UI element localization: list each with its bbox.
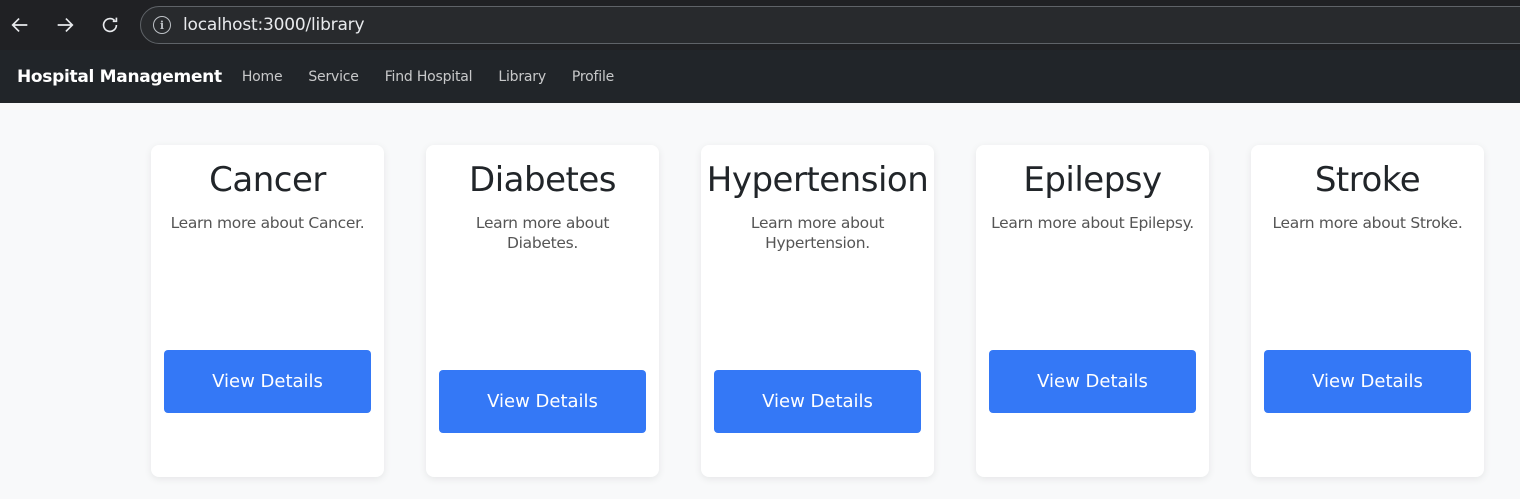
browser-toolbar: i localhost:3000/library xyxy=(0,0,1520,50)
view-details-button[interactable]: View Details xyxy=(164,350,371,413)
nav-link-service[interactable]: Service xyxy=(308,69,359,85)
card-title: Cancer xyxy=(209,160,326,200)
view-details-button[interactable]: View Details xyxy=(989,350,1196,413)
card-epilepsy: Epilepsy Learn more about Epilepsy. View… xyxy=(976,145,1209,477)
reload-icon[interactable] xyxy=(96,11,124,39)
card-description: Learn more about Epilepsy. xyxy=(991,214,1194,232)
card-description: Learn more about Hypertension. xyxy=(750,214,885,252)
nav-link-find-hospital[interactable]: Find Hospital xyxy=(385,69,473,85)
nav-link-library[interactable]: Library xyxy=(498,69,546,85)
card-cancer: Cancer Learn more about Cancer. View Det… xyxy=(151,145,384,477)
view-details-button[interactable]: View Details xyxy=(714,370,921,433)
view-details-button[interactable]: View Details xyxy=(439,370,646,433)
card-description: Learn more about Stroke. xyxy=(1272,214,1463,232)
nav-link-profile[interactable]: Profile xyxy=(572,69,614,85)
back-arrow-icon[interactable] xyxy=(6,11,34,39)
card-title: Stroke xyxy=(1314,160,1421,200)
card-hypertension: Hypertension Learn more about Hypertensi… xyxy=(701,145,934,477)
card-description: Learn more about Diabetes. xyxy=(475,214,610,252)
app-navbar: Hospital Management Home Service Find Ho… xyxy=(0,50,1520,103)
forward-arrow-icon[interactable] xyxy=(51,11,79,39)
card-stroke: Stroke Learn more about Stroke. View Det… xyxy=(1251,145,1484,477)
nav-link-home[interactable]: Home xyxy=(242,69,283,85)
card-title: Epilepsy xyxy=(1023,160,1162,200)
url-text: localhost:3000/library xyxy=(183,15,365,35)
card-title: Diabetes xyxy=(469,160,616,200)
address-bar[interactable]: i localhost:3000/library xyxy=(140,6,1520,44)
card-description: Learn more about Cancer. xyxy=(170,214,365,232)
view-details-button[interactable]: View Details xyxy=(1264,350,1471,413)
card-title: Hypertension xyxy=(706,160,929,200)
nav-links: Home Service Find Hospital Library Profi… xyxy=(242,69,640,85)
card-diabetes: Diabetes Learn more about Diabetes. View… xyxy=(426,145,659,477)
library-cards: Cancer Learn more about Cancer. View Det… xyxy=(151,145,1484,477)
navbar-brand[interactable]: Hospital Management xyxy=(17,67,222,87)
site-info-icon[interactable]: i xyxy=(153,16,171,34)
